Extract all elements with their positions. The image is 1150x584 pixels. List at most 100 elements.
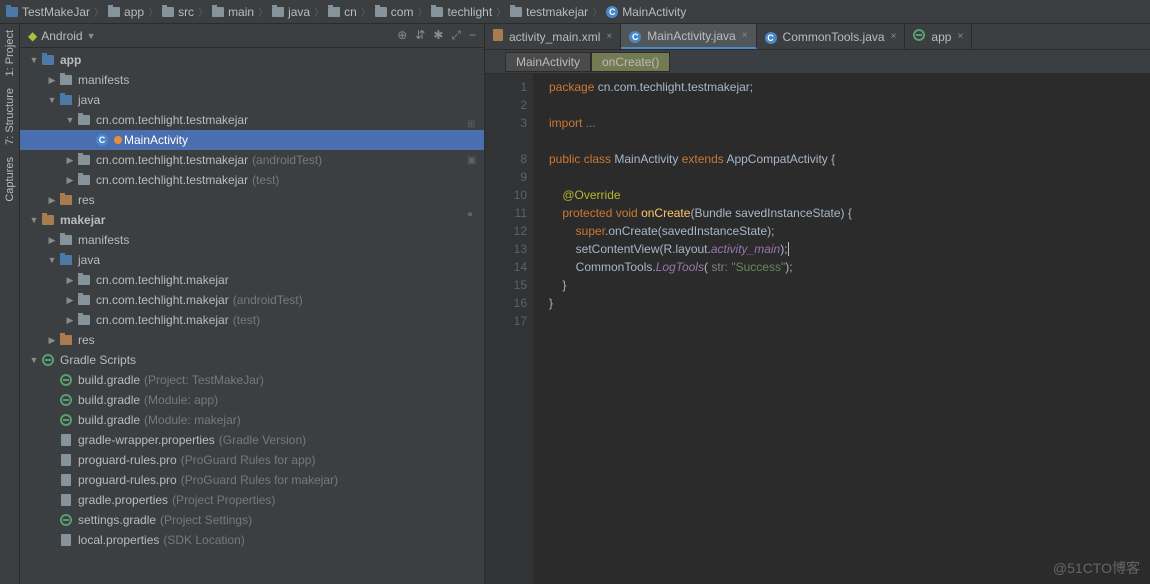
gutter-line[interactable]: 2 bbox=[485, 96, 527, 114]
collapse-icon[interactable]: ⇵ bbox=[415, 28, 425, 43]
tree-arrow-icon[interactable]: ▼ bbox=[46, 255, 58, 265]
code-line[interactable] bbox=[549, 132, 1150, 150]
tree-arrow-icon[interactable]: ▶ bbox=[64, 155, 76, 166]
tree-row[interactable]: settings.gradle(Project Settings) bbox=[20, 510, 484, 530]
tree-arrow-icon[interactable]: ▼ bbox=[28, 55, 40, 65]
tree-row[interactable]: ▼java bbox=[20, 250, 484, 270]
tree-row[interactable]: ▶res bbox=[20, 330, 484, 350]
breadcrumb-class[interactable]: MainActivity bbox=[505, 52, 591, 72]
gutter-line[interactable]: ●11 bbox=[485, 204, 527, 222]
breadcrumb-item[interactable]: CMainActivity bbox=[606, 5, 686, 19]
breadcrumb-item[interactable]: cn bbox=[328, 5, 357, 19]
code-line[interactable] bbox=[549, 168, 1150, 186]
gutter-icon[interactable]: ● bbox=[467, 206, 473, 224]
code-line[interactable]: CommonTools.LogTools( str: "Success"); bbox=[549, 258, 1150, 276]
breadcrumb-item[interactable]: TestMakeJar bbox=[6, 5, 90, 19]
tree-arrow-icon[interactable]: ▶ bbox=[64, 295, 76, 306]
gutter-line[interactable]: 13 bbox=[485, 240, 527, 258]
tree-row[interactable]: build.gradle(Module: makejar) bbox=[20, 410, 484, 430]
tree-arrow-icon[interactable]: ▶ bbox=[64, 275, 76, 286]
gutter-line[interactable]: ▣8 bbox=[485, 150, 527, 168]
tree-row[interactable]: ▼makejar bbox=[20, 210, 484, 230]
tree-row[interactable]: ▶cn.com.techlight.testmakejar(test) bbox=[20, 170, 484, 190]
code-line[interactable]: protected void onCreate(Bundle savedInst… bbox=[549, 204, 1150, 222]
code-line[interactable]: setContentView(R.layout.activity_main); bbox=[549, 240, 1150, 258]
tree-row[interactable]: build.gradle(Project: TestMakeJar) bbox=[20, 370, 484, 390]
breadcrumb-item[interactable]: main bbox=[212, 5, 254, 19]
breadcrumb-item[interactable]: techlight bbox=[431, 5, 492, 19]
gutter-line[interactable]: 10 bbox=[485, 186, 527, 204]
breadcrumb-item[interactable]: testmakejar bbox=[510, 5, 588, 19]
tree-arrow-icon[interactable]: ▶ bbox=[46, 335, 58, 346]
gutter-line[interactable]: ⊞3 bbox=[485, 114, 527, 132]
tree-row[interactable]: local.properties(SDK Location) bbox=[20, 530, 484, 550]
tree-arrow-icon[interactable]: ▶ bbox=[64, 175, 76, 186]
structure-tool-tab[interactable]: 7: Structure bbox=[4, 88, 16, 145]
tree-row[interactable]: ▶cn.com.techlight.makejar(test) bbox=[20, 310, 484, 330]
breadcrumb-item[interactable]: com bbox=[375, 5, 414, 19]
tree-arrow-icon[interactable]: ▼ bbox=[46, 95, 58, 105]
tree-row[interactable]: ▼cn.com.techlight.testmakejar bbox=[20, 110, 484, 130]
gutter-icon[interactable]: ⊞ bbox=[467, 116, 475, 134]
editor-tab[interactable]: app× bbox=[905, 24, 972, 49]
breadcrumb-item[interactable]: app bbox=[108, 5, 144, 19]
target-icon[interactable]: ⊕ bbox=[397, 28, 407, 43]
code-line[interactable] bbox=[549, 96, 1150, 114]
close-icon[interactable]: × bbox=[891, 31, 897, 42]
breadcrumb-item[interactable]: java bbox=[272, 5, 310, 19]
tree-arrow-icon[interactable]: ▶ bbox=[46, 235, 58, 246]
breadcrumb-method[interactable]: onCreate() bbox=[591, 52, 670, 72]
gutter-line[interactable]: 9 bbox=[485, 168, 527, 186]
tree-row[interactable]: CMainActivity bbox=[20, 130, 484, 150]
code-editor[interactable]: 12⊞3 ▣8910●11121314151617 package cn.com… bbox=[485, 74, 1150, 584]
close-icon[interactable]: × bbox=[957, 31, 963, 42]
tree-row[interactable]: ▶cn.com.techlight.makejar(androidTest) bbox=[20, 290, 484, 310]
tree-arrow-icon[interactable]: ▼ bbox=[28, 215, 40, 225]
close-icon[interactable]: × bbox=[742, 30, 748, 41]
tree-row[interactable]: ▶cn.com.techlight.makejar bbox=[20, 270, 484, 290]
gutter-line[interactable]: 15 bbox=[485, 276, 527, 294]
code-content[interactable]: package cn.com.techlight.testmakejar; im… bbox=[533, 74, 1150, 584]
code-line[interactable]: } bbox=[549, 276, 1150, 294]
tree-arrow-icon[interactable]: ▶ bbox=[46, 195, 58, 206]
editor-tab[interactable]: CCommonTools.java× bbox=[757, 24, 906, 49]
tree-row[interactable]: ▼Gradle Scripts bbox=[20, 350, 484, 370]
gutter-line[interactable] bbox=[485, 132, 527, 150]
editor-tab[interactable]: CMainActivity.java× bbox=[621, 24, 756, 49]
breadcrumb-item[interactable]: src bbox=[162, 5, 194, 19]
editor-gutter[interactable]: 12⊞3 ▣8910●11121314151617 bbox=[485, 74, 533, 584]
gutter-icon[interactable]: ▣ bbox=[467, 152, 476, 170]
gutter-line[interactable]: 14 bbox=[485, 258, 527, 276]
gutter-line[interactable]: 1 bbox=[485, 78, 527, 96]
tree-arrow-icon[interactable]: ▶ bbox=[46, 75, 58, 86]
tree-arrow-icon[interactable]: ▼ bbox=[64, 115, 76, 125]
project-tree[interactable]: ▼app▶manifests▼java▼cn.com.techlight.tes… bbox=[20, 48, 484, 584]
project-tool-tab[interactable]: 1: Project bbox=[4, 30, 16, 76]
code-line[interactable]: } bbox=[549, 294, 1150, 312]
tree-row[interactable]: gradle.properties(Project Properties) bbox=[20, 490, 484, 510]
code-line[interactable]: public class MainActivity extends AppCom… bbox=[549, 150, 1150, 168]
close-icon[interactable]: × bbox=[606, 31, 612, 42]
captures-tool-tab[interactable]: Captures bbox=[4, 157, 16, 202]
tree-row[interactable]: ▶cn.com.techlight.testmakejar(androidTes… bbox=[20, 150, 484, 170]
gutter-line[interactable]: 12 bbox=[485, 222, 527, 240]
chevron-down-icon[interactable]: ▼ bbox=[87, 31, 96, 41]
project-view-selector[interactable]: Android bbox=[41, 29, 82, 43]
editor-tab[interactable]: activity_main.xml× bbox=[485, 24, 621, 49]
code-line[interactable]: @Override bbox=[549, 186, 1150, 204]
tree-row[interactable]: ▶manifests bbox=[20, 70, 484, 90]
tree-row[interactable]: ▶manifests bbox=[20, 230, 484, 250]
tree-row[interactable]: ▼app bbox=[20, 50, 484, 70]
tree-row[interactable]: proguard-rules.pro(ProGuard Rules for ap… bbox=[20, 450, 484, 470]
tree-row[interactable]: ▼java bbox=[20, 90, 484, 110]
minimize-icon[interactable]: − bbox=[469, 28, 476, 43]
code-line[interactable]: super.onCreate(savedInstanceState); bbox=[549, 222, 1150, 240]
tree-row[interactable]: gradle-wrapper.properties(Gradle Version… bbox=[20, 430, 484, 450]
gutter-line[interactable]: 16 bbox=[485, 294, 527, 312]
hide-icon[interactable]: ⤢ bbox=[451, 28, 461, 43]
settings-icon[interactable]: ✱ bbox=[433, 28, 443, 43]
tree-arrow-icon[interactable]: ▶ bbox=[64, 315, 76, 326]
code-line[interactable] bbox=[549, 312, 1150, 330]
tree-row[interactable]: build.gradle(Module: app) bbox=[20, 390, 484, 410]
tree-row[interactable]: ▶res bbox=[20, 190, 484, 210]
